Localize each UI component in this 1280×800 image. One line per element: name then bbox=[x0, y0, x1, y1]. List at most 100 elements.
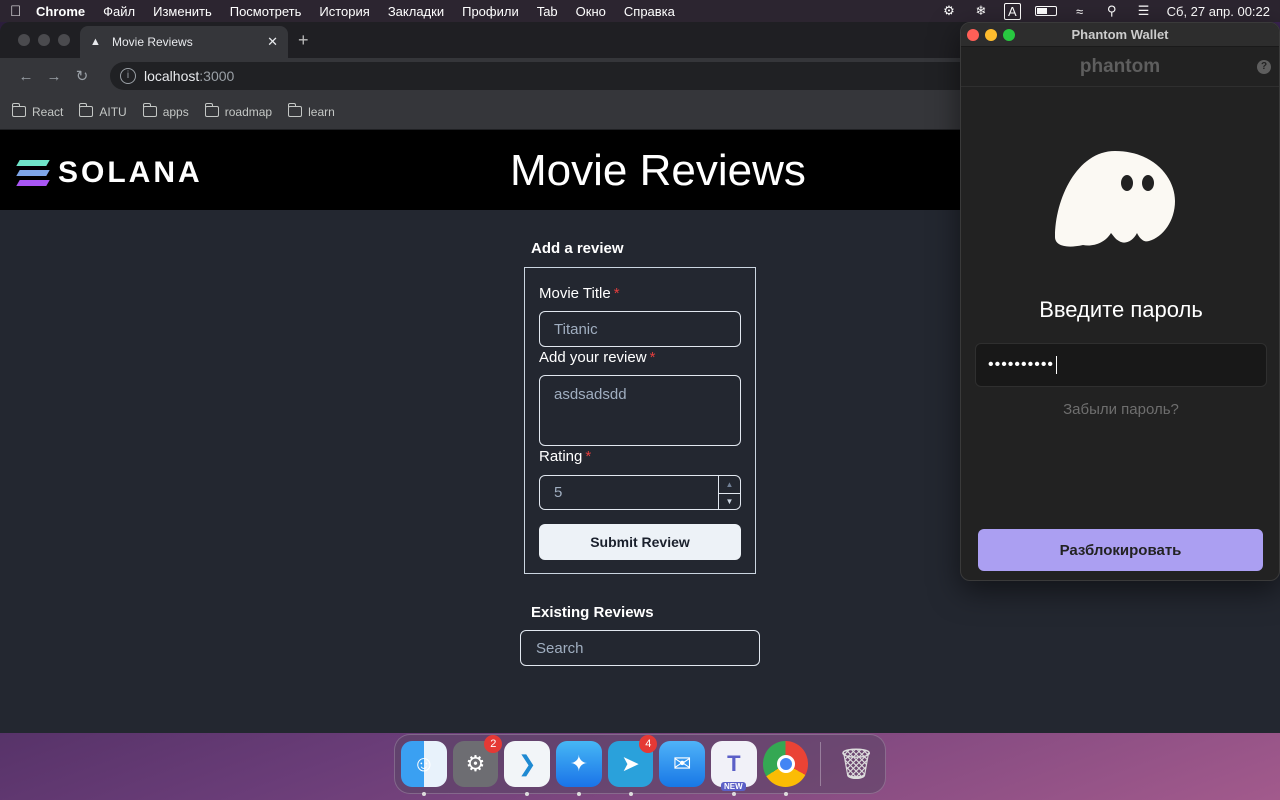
vscode-icon[interactable]: ❯ bbox=[504, 741, 551, 796]
phantom-status-icon[interactable]: ❄ bbox=[972, 3, 990, 19]
search-input[interactable]: Search bbox=[520, 630, 760, 666]
folder-icon bbox=[288, 103, 303, 117]
increment-icon[interactable]: ▲ bbox=[719, 476, 740, 493]
finder-icon[interactable]: ☺ bbox=[401, 741, 447, 796]
teams-icon[interactable]: T NEW bbox=[711, 741, 757, 796]
back-icon[interactable]: ← bbox=[12, 68, 40, 85]
tab-movie-reviews[interactable]: ▲ Movie Reviews ✕ bbox=[80, 26, 288, 58]
minimize-window-button[interactable] bbox=[985, 29, 997, 41]
address-bar[interactable]: i localhost:3000 bbox=[110, 62, 1010, 90]
page-title: Movie Reviews bbox=[510, 146, 806, 195]
running-indicator bbox=[628, 792, 633, 796]
mail-icon[interactable]: ✉ bbox=[659, 741, 706, 787]
review-label: Add your review * bbox=[539, 349, 655, 366]
minimize-window-button[interactable] bbox=[38, 34, 50, 46]
search-icon[interactable]: ⚲ bbox=[1103, 3, 1121, 19]
bookmark-label: roadmap bbox=[224, 104, 273, 119]
menu-tab[interactable]: Tab bbox=[537, 4, 558, 19]
label-text: Movie Title bbox=[539, 285, 611, 302]
creative-cloud-icon[interactable]: ⚙ bbox=[940, 3, 958, 19]
menu-bookmarks[interactable]: Закладки bbox=[388, 4, 444, 19]
zoom-window-button[interactable] bbox=[58, 34, 70, 46]
menu-view[interactable]: Посмотреть bbox=[230, 4, 302, 19]
chrome-icon[interactable] bbox=[762, 741, 809, 796]
notification-badge: 4 bbox=[639, 735, 658, 753]
site-info-icon[interactable]: i bbox=[120, 68, 136, 84]
bookmark-label: React bbox=[32, 104, 64, 119]
menu-history[interactable]: История bbox=[319, 4, 369, 19]
forward-icon[interactable]: → bbox=[40, 68, 68, 85]
solana-mark-icon bbox=[16, 160, 50, 186]
submit-review-button[interactable]: Submit Review bbox=[539, 524, 741, 560]
label-text: Add your review bbox=[539, 349, 647, 366]
running-indicator bbox=[422, 792, 426, 796]
input-value: 5 bbox=[554, 484, 563, 501]
trash-icon[interactable]: 🗑 bbox=[833, 741, 879, 787]
folder-icon bbox=[142, 103, 157, 117]
menu-bar:  Chrome Файл Изменить Посмотреть Истори… bbox=[0, 0, 1280, 22]
new-tab-button[interactable]: + bbox=[298, 30, 309, 51]
notification-badge: 2 bbox=[484, 735, 503, 753]
rating-stepper[interactable]: ▲ ▼ bbox=[718, 476, 740, 509]
phantom-logo: phantom bbox=[1079, 56, 1161, 77]
password-input[interactable]: •••••••••• bbox=[975, 343, 1267, 387]
dock: ☺ ⚙ 2 ❯ ✦ ➤ 4 ✉ T NEW 🗑 bbox=[394, 734, 886, 796]
menu-edit[interactable]: Изменить bbox=[153, 4, 212, 19]
zoom-window-button[interactable] bbox=[1003, 29, 1015, 41]
required-mark: * bbox=[585, 448, 592, 465]
bookmark-apps[interactable]: apps bbox=[142, 103, 189, 119]
close-window-button[interactable] bbox=[18, 34, 30, 46]
menu-app-chrome[interactable]: Chrome bbox=[36, 4, 85, 19]
close-window-button[interactable] bbox=[967, 29, 979, 41]
settings-icon[interactable]: ⚙ 2 bbox=[452, 735, 503, 787]
folder-icon bbox=[12, 103, 26, 117]
close-tab-icon[interactable]: ✕ bbox=[267, 34, 278, 50]
apple-icon[interactable]:  bbox=[10, 3, 36, 20]
menu-window[interactable]: Окно bbox=[576, 4, 606, 19]
search-placeholder: Search bbox=[536, 639, 584, 657]
forgot-password-link[interactable]: Забыли пароль? bbox=[961, 401, 1279, 418]
url-port: :3000 bbox=[199, 68, 235, 84]
help-icon[interactable]: ? bbox=[1257, 60, 1271, 74]
movie-title-label: Movie Title * bbox=[539, 285, 620, 302]
battery-icon[interactable] bbox=[1034, 6, 1057, 16]
safari-icon[interactable]: ✦ bbox=[556, 741, 602, 796]
input-value: Titanic bbox=[554, 320, 598, 338]
solana-logo[interactable]: SOLANA bbox=[16, 156, 203, 190]
review-form: Movie Title * Titanic Add your review * as… bbox=[524, 267, 756, 574]
password-heading: Введите пароль bbox=[1039, 297, 1203, 322]
phantom-titlebar: Phantom Wallet bbox=[961, 23, 1279, 47]
review-textarea[interactable]: asdsadsdd bbox=[539, 375, 741, 446]
window-controls bbox=[18, 34, 70, 46]
required-mark: * bbox=[649, 349, 656, 366]
text-caret bbox=[1056, 356, 1058, 374]
url-host: localhost bbox=[144, 68, 200, 84]
phantom-window: Phantom Wallet phantom ? Введите пароль … bbox=[960, 22, 1280, 581]
bookmark-roadmap[interactable]: roadmap bbox=[204, 103, 273, 119]
reload-icon[interactable]: ↻ bbox=[68, 67, 96, 85]
menu-file[interactable]: Файл bbox=[103, 4, 135, 19]
rating-label: Rating * bbox=[539, 448, 591, 465]
decrement-icon[interactable]: ▼ bbox=[719, 492, 740, 510]
add-review-heading: Add a review bbox=[531, 240, 624, 257]
menu-help[interactable]: Справка bbox=[624, 4, 675, 19]
bookmark-react[interactable]: React bbox=[12, 103, 64, 119]
input-source-indicator[interactable]: A bbox=[1003, 2, 1021, 20]
bookmark-label: apps bbox=[162, 104, 189, 119]
bookmark-learn[interactable]: learn bbox=[288, 103, 335, 119]
wifi-icon[interactable]: ≈ bbox=[1071, 4, 1089, 19]
required-mark: * bbox=[613, 285, 620, 302]
bookmark-aitu[interactable]: AITU bbox=[79, 103, 127, 119]
rating-input[interactable]: 5 ▲ ▼ bbox=[539, 475, 741, 510]
menu-profiles[interactable]: Профили bbox=[462, 4, 519, 19]
movie-title-input[interactable]: Titanic bbox=[539, 311, 741, 347]
telegram-icon[interactable]: ➤ 4 bbox=[607, 735, 658, 796]
input-value: asdsadsdd bbox=[554, 386, 627, 403]
dock-separator bbox=[820, 742, 822, 786]
menubar-datetime[interactable]: Сб, 27 апр. 00:22 bbox=[1167, 4, 1270, 19]
unlock-button[interactable]: Разблокировать bbox=[978, 529, 1263, 571]
new-tag: NEW bbox=[721, 782, 746, 791]
running-indicator bbox=[783, 792, 788, 796]
folder-icon bbox=[79, 103, 94, 117]
control-center-icon[interactable]: ☰ bbox=[1135, 3, 1153, 19]
